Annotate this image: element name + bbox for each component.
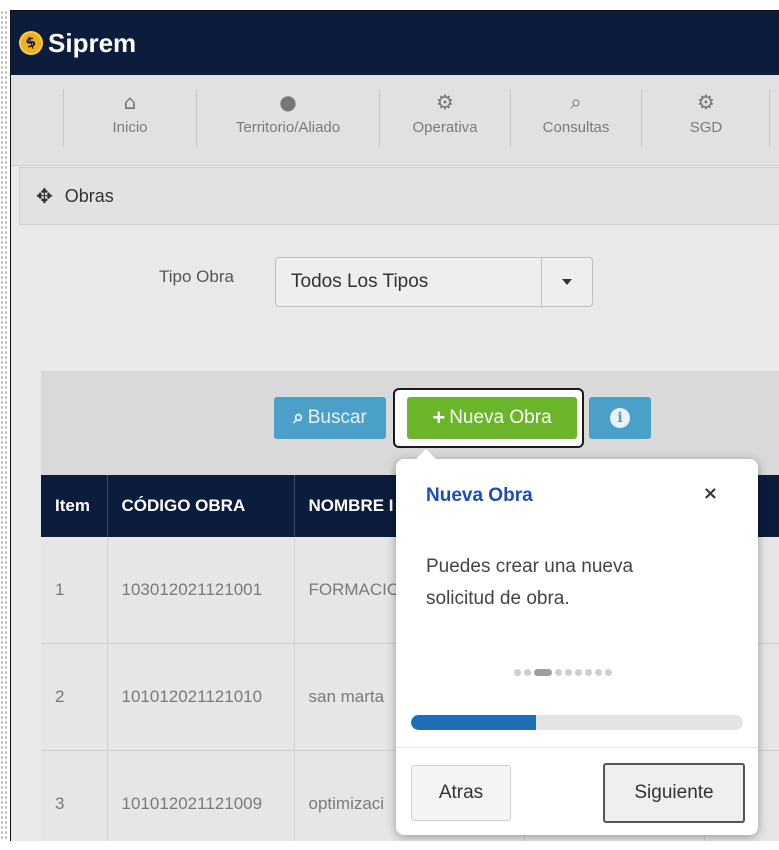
search-icon: ⌕ [293, 407, 304, 428]
nav-divider [769, 89, 770, 147]
section-header: ✥ Obras [19, 167, 779, 225]
cell-item: 3 [41, 750, 108, 841]
tour-progress-bar [411, 715, 743, 730]
crosshair-icon: ✥ [36, 184, 53, 208]
tour-footer: Atras Siguiente [396, 747, 758, 823]
section-title: Obras [64, 185, 114, 206]
app-title: Siprem [48, 27, 137, 58]
tour-step-dot [534, 669, 552, 676]
plus-icon: + [432, 405, 446, 430]
nav-item-sgd[interactable]: ⚙ SGD [641, 89, 770, 147]
tour-step-dot [524, 669, 531, 676]
tipo-obra-select[interactable]: Todos Los Tipos [275, 257, 593, 307]
caret-down-icon [562, 279, 572, 285]
nav-item-inicio[interactable]: ⌂ Inicio [63, 89, 196, 147]
select-toggle[interactable] [541, 258, 592, 306]
info-icon: i [610, 408, 630, 428]
tour-step-dot [605, 669, 612, 676]
cell-codigo: 103012021121001 [107, 537, 295, 644]
tour-step-dot [575, 669, 582, 676]
tour-body: Puedes crear una nueva solicitud de obra… [426, 556, 634, 609]
tipo-obra-label: Tipo Obra [159, 267, 234, 286]
tour-step-dot [595, 669, 602, 676]
nueva-obra-button[interactable]: + Nueva Obra [407, 397, 577, 439]
page-edge-dots [0, 10, 9, 840]
tour-step-dot [585, 669, 592, 676]
siguiente-button[interactable]: Siguiente [603, 763, 745, 823]
buscar-button-label: Buscar [307, 407, 367, 428]
tour-popover: Nueva Obra × Puedes crear una nueva soli… [396, 449, 758, 835]
tour-step-dot [565, 669, 572, 676]
tour-step-dot [555, 669, 562, 676]
nav-item-label: Inicio [112, 119, 148, 136]
tipo-obra-selected-value: Todos Los Tipos [291, 271, 429, 292]
tour-step-dots [514, 669, 612, 676]
tour-step-dot [514, 669, 521, 676]
nav-item-consultas[interactable]: ⌕ Consultas [510, 89, 641, 147]
search-icon: ⌕ [570, 90, 582, 114]
close-icon[interactable]: × [703, 483, 718, 504]
nav-item-label: Operativa [412, 119, 478, 136]
app-header: $ Siprem [11, 11, 779, 75]
cell-item: 1 [41, 537, 108, 644]
nav-item-label: Territorio/Aliado [235, 119, 341, 136]
cell-codigo: 101012021121009 [107, 750, 295, 841]
home-icon: ⌂ [123, 90, 137, 114]
tour-title: Nueva Obra [426, 485, 533, 506]
cell-codigo: 101012021121010 [107, 643, 295, 751]
nav-item-operativa[interactable]: ⚙ Operativa [379, 89, 510, 147]
app-window: $ Siprem ⌂ Inicio ● Territorio/Aliado ⚙ … [10, 10, 779, 841]
gear-icon: ⚙ [436, 90, 454, 114]
buscar-button[interactable]: ⌕ Buscar [274, 397, 386, 439]
info-button[interactable]: i [589, 397, 651, 439]
nueva-obra-button-label: Nueva Obra [449, 407, 552, 428]
gears-icon: ⚙ [697, 90, 715, 114]
tour-progress-fill [411, 715, 536, 730]
popover-arrow [416, 449, 436, 459]
nav-item-territorio[interactable]: ● Territorio/Aliado [196, 89, 379, 147]
atras-button[interactable]: Atras [411, 765, 511, 821]
column-header[interactable]: Item [41, 475, 108, 537]
cell-item: 2 [41, 643, 108, 751]
nav-item-label: Consultas [542, 119, 610, 136]
globe-icon: ● [279, 90, 297, 114]
lightning-coin-icon: $ [15, 27, 47, 59]
column-header[interactable]: CÓDIGO OBRA [107, 475, 295, 537]
main-nav: ⌂ Inicio ● Territorio/Aliado ⚙ Operativa… [11, 75, 779, 166]
nav-item-label: SGD [689, 119, 723, 136]
